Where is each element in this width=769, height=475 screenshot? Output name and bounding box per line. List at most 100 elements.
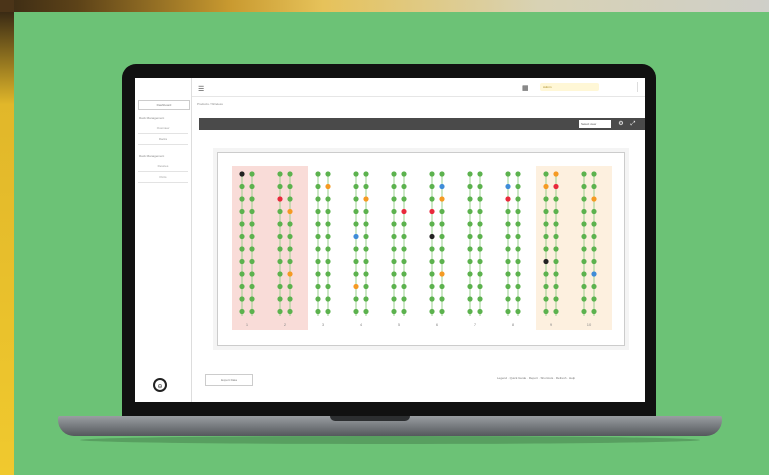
port-dot[interactable] — [553, 283, 559, 290]
port-dot[interactable] — [477, 296, 483, 302]
port-dot[interactable] — [467, 258, 473, 265]
port-dot[interactable] — [439, 196, 445, 202]
port-dot[interactable] — [325, 258, 331, 265]
port-dot[interactable] — [277, 271, 283, 277]
port-dot[interactable] — [277, 258, 283, 265]
gear-icon[interactable]: ⚙ — [617, 120, 625, 128]
port-dot[interactable] — [591, 271, 597, 277]
port-dot[interactable] — [477, 271, 483, 277]
port-dot[interactable] — [467, 221, 473, 227]
port-dot[interactable] — [543, 221, 549, 227]
port-dot[interactable] — [249, 246, 255, 252]
port-dot[interactable] — [467, 271, 473, 277]
port-dot[interactable] — [591, 233, 597, 240]
port-dot[interactable] — [439, 233, 445, 240]
port-dot[interactable] — [591, 171, 597, 177]
port-dot[interactable] — [277, 283, 283, 290]
port-dot[interactable] — [439, 308, 445, 315]
port-dot[interactable] — [325, 171, 331, 177]
port-dot[interactable] — [401, 258, 407, 265]
port-dot[interactable] — [353, 183, 359, 190]
port-dot[interactable] — [287, 208, 293, 215]
port-dot[interactable] — [543, 183, 549, 190]
port-dot[interactable] — [467, 246, 473, 252]
port-dot[interactable] — [439, 208, 445, 215]
port-dot[interactable] — [325, 283, 331, 290]
port-dot[interactable] — [315, 233, 321, 240]
port-dot[interactable] — [439, 283, 445, 290]
port-dot[interactable] — [553, 246, 559, 252]
sidebar-header[interactable]: Dashboard — [138, 100, 190, 110]
port-dot[interactable] — [439, 183, 445, 190]
port-dot[interactable] — [363, 258, 369, 265]
port-dot[interactable] — [315, 196, 321, 202]
port-dot[interactable] — [363, 221, 369, 227]
port-dot[interactable] — [287, 171, 293, 177]
port-dot[interactable] — [249, 283, 255, 290]
port-dot[interactable] — [363, 296, 369, 302]
port-dot[interactable] — [543, 283, 549, 290]
port-dot[interactable] — [325, 221, 331, 227]
port-dot[interactable] — [543, 271, 549, 277]
port-dot[interactable] — [439, 171, 445, 177]
port-dot[interactable] — [391, 283, 397, 290]
port-dot[interactable] — [353, 233, 359, 240]
port-dot[interactable] — [505, 233, 511, 240]
port-dot[interactable] — [287, 196, 293, 202]
port-dot[interactable] — [353, 258, 359, 265]
port-dot[interactable] — [505, 308, 511, 315]
port-dot[interactable] — [239, 258, 245, 265]
port-dot[interactable] — [391, 271, 397, 277]
port-dot[interactable] — [325, 308, 331, 315]
menu-icon[interactable]: ☰ — [198, 85, 204, 93]
port-dot[interactable] — [401, 171, 407, 177]
port-dot[interactable] — [515, 246, 521, 252]
port-dot[interactable] — [401, 183, 407, 190]
port-dot[interactable] — [515, 258, 521, 265]
port-dot[interactable] — [353, 196, 359, 202]
port-dot[interactable] — [353, 308, 359, 315]
port-dot[interactable] — [581, 258, 587, 265]
port-dot[interactable] — [239, 233, 245, 240]
port-dot[interactable] — [429, 196, 435, 202]
port-dot[interactable] — [505, 208, 511, 215]
port-dot[interactable] — [325, 246, 331, 252]
port-dot[interactable] — [543, 208, 549, 215]
port-dot[interactable] — [553, 196, 559, 202]
port-dot[interactable] — [315, 221, 321, 227]
port-dot[interactable] — [277, 233, 283, 240]
port-dot[interactable] — [277, 171, 283, 177]
port-dot[interactable] — [363, 271, 369, 277]
port-dot[interactable] — [363, 183, 369, 190]
port-dot[interactable] — [315, 258, 321, 265]
port-dot[interactable] — [401, 233, 407, 240]
port-dot[interactable] — [515, 283, 521, 290]
port-dot[interactable] — [401, 271, 407, 277]
port-dot[interactable] — [391, 196, 397, 202]
port-dot[interactable] — [363, 283, 369, 290]
port-dot[interactable] — [315, 283, 321, 290]
port-dot[interactable] — [325, 271, 331, 277]
port-dot[interactable] — [249, 308, 255, 315]
port-dot[interactable] — [591, 183, 597, 190]
port-dot[interactable] — [515, 221, 521, 227]
port-dot[interactable] — [581, 183, 587, 190]
port-dot[interactable] — [515, 271, 521, 277]
user-badge[interactable]: Admin — [540, 83, 599, 91]
port-dot[interactable] — [353, 171, 359, 177]
port-dot[interactable] — [287, 183, 293, 190]
port-dot[interactable] — [477, 258, 483, 265]
port-dot[interactable] — [429, 246, 435, 252]
footer-links[interactable]: Legend · Quick Guide · Report · Shortcut… — [497, 376, 575, 380]
port-dot[interactable] — [515, 296, 521, 302]
port-dot[interactable] — [277, 183, 283, 190]
port-dot[interactable] — [391, 308, 397, 315]
port-dot[interactable] — [287, 246, 293, 252]
port-dot[interactable] — [477, 183, 483, 190]
port-dot[interactable] — [401, 246, 407, 252]
port-dot[interactable] — [505, 183, 511, 190]
port-dot[interactable] — [249, 183, 255, 190]
port-dot[interactable] — [353, 246, 359, 252]
port-dot[interactable] — [477, 171, 483, 177]
port-dot[interactable] — [581, 196, 587, 202]
